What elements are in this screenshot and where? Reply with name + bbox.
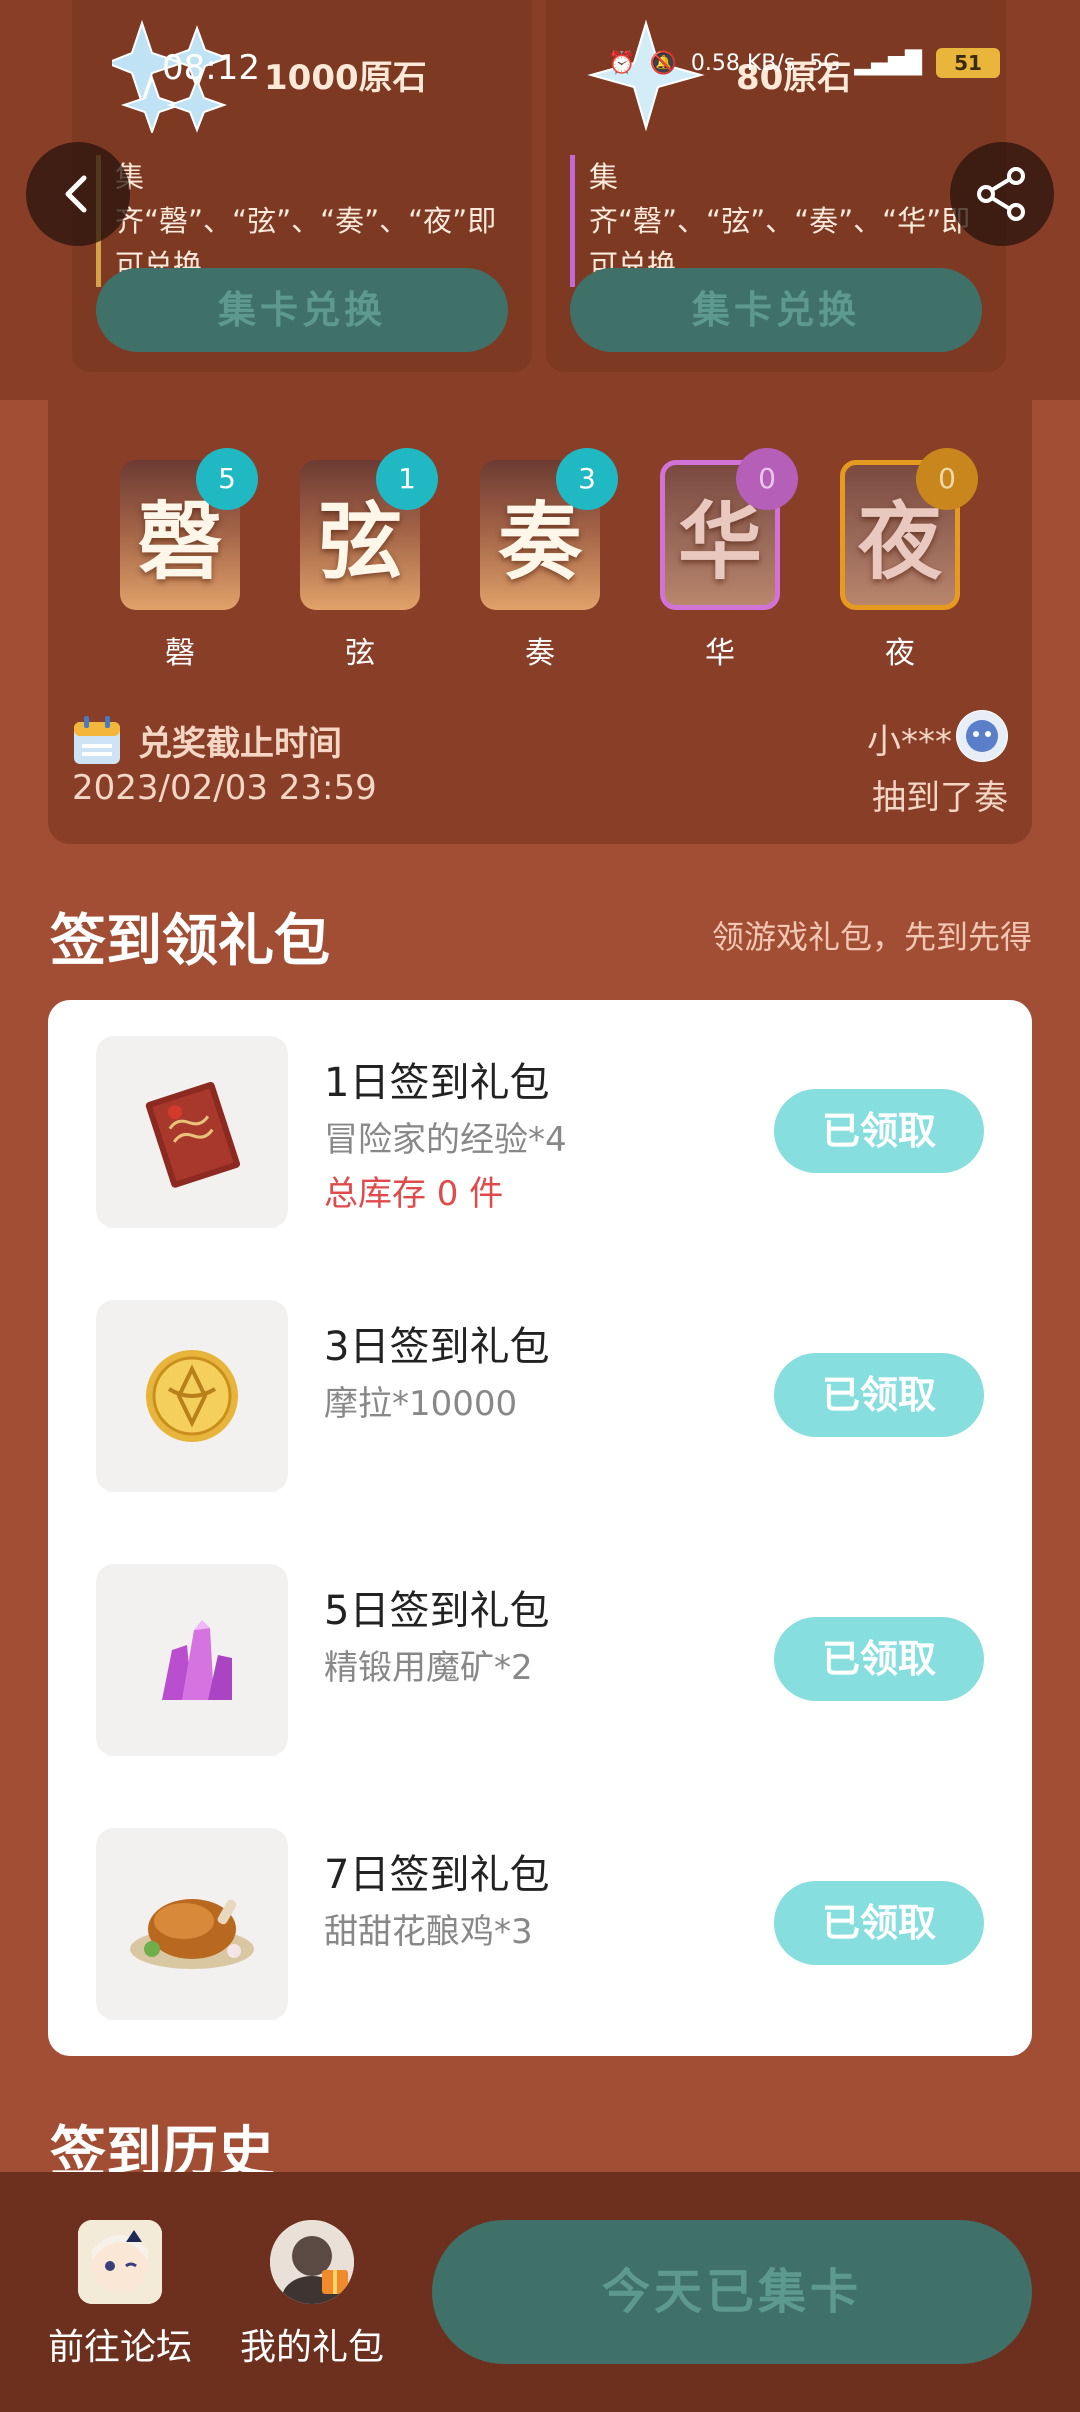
gift-item: 7日签到礼包 甜甜花酿鸡*3 已领取: [48, 1792, 1032, 2020]
card-ye[interactable]: 夜 0: [840, 448, 978, 610]
card-zou[interactable]: 奏 3: [480, 448, 618, 610]
winner-name: 小***: [867, 722, 952, 762]
card-label: 华: [705, 636, 735, 671]
signin-subtitle: 领游戏礼包，先到先得: [711, 918, 1032, 956]
gift-item: 3日签到礼包 摩拉*10000 已领取: [48, 1264, 1032, 1492]
back-button[interactable]: [26, 142, 130, 246]
reward-cards-area: 1000原石 集齐“磬”、“弦”、“奏”、“夜”即可兑换 集卡兑换 80原石 集…: [0, 0, 1080, 400]
winner-text: 抽到了奏: [872, 778, 1008, 818]
forum-nav-button[interactable]: 前往论坛: [30, 2220, 210, 2370]
card-collection-panel: 磬 5 磬 弦 1 弦 奏 3 奏 华 0 华 夜 0 夜 兑奖截止时间 202…: [48, 400, 1032, 844]
forum-label: 前往论坛: [47, 2327, 192, 2368]
winner-avatar: [956, 710, 1008, 762]
my-gifts-label: 我的礼包: [239, 2327, 384, 2368]
share-icon: [977, 167, 1025, 221]
claimed-button[interactable]: 已领取: [774, 1881, 984, 1965]
claimed-button[interactable]: 已领取: [774, 1089, 984, 1173]
card-count-badge: 1: [376, 448, 438, 510]
exchange-button[interactable]: 集卡兑换: [570, 268, 982, 352]
chicken-icon: [130, 1899, 254, 1969]
reward-title: 1000原石: [264, 58, 427, 98]
card-qing[interactable]: 磬 5: [120, 448, 258, 610]
chevron-left-icon: [65, 175, 87, 213]
calendar-icon: [74, 716, 120, 764]
gift-name: 7日签到礼包: [324, 1852, 550, 1898]
card-xian[interactable]: 弦 1: [300, 448, 438, 610]
primogem-cluster-icon: [112, 19, 230, 133]
claimed-button[interactable]: 已领取: [774, 1617, 984, 1701]
paimon-avatar-icon: [78, 2220, 162, 2304]
gift-thumbnail: [96, 1564, 288, 1756]
card-count-badge: 3: [556, 448, 618, 510]
bottom-bar: 前往论坛 我的礼包 今天已集卡: [0, 2172, 1080, 2412]
gift-list: 1日签到礼包 冒险家的经验*4 总库存 0 件 已领取 3日签到礼包 摩拉*10…: [48, 1000, 1032, 2056]
claimed-button[interactable]: 已领取: [774, 1353, 984, 1437]
card-hua[interactable]: 华 0: [660, 448, 798, 610]
my-gifts-nav-button[interactable]: 我的礼包: [222, 2220, 402, 2370]
card-count-badge: 0: [736, 448, 798, 510]
card-count-badge: 0: [916, 448, 978, 510]
gift-name: 5日签到礼包: [324, 1588, 550, 1634]
primogem-icon: [587, 19, 705, 132]
coin-icon: [146, 1350, 238, 1442]
gift-item: 5日签到礼包 精锻用魔矿*2 已领取: [48, 1528, 1032, 1756]
crystal-icon: [162, 1620, 232, 1700]
book-icon: [145, 1081, 241, 1188]
reward-title: 80原石: [736, 58, 852, 98]
card-label: 磬: [165, 636, 195, 671]
signin-title: 签到领礼包: [50, 908, 330, 974]
gift-content: 精锻用魔矿*2: [324, 1648, 533, 1688]
gift-content: 冒险家的经验*4: [324, 1120, 567, 1160]
gift-name: 1日签到礼包: [324, 1060, 550, 1106]
deadline-date: 2023/02/03 23:59: [72, 768, 377, 808]
card-label: 弦: [345, 636, 375, 671]
gift-thumbnail: [96, 1300, 288, 1492]
robot-avatar-icon: [957, 711, 1007, 761]
user-avatar-icon: [270, 2220, 354, 2304]
gift-name: 3日签到礼包: [324, 1324, 550, 1370]
card-label: 夜: [885, 636, 915, 671]
gift-thumbnail: [96, 1828, 288, 2020]
deadline-title: 兑奖截止时间: [138, 724, 342, 764]
gift-thumbnail: [96, 1036, 288, 1228]
today-collected-button[interactable]: 今天已集卡: [432, 2220, 1032, 2364]
share-button[interactable]: [950, 142, 1054, 246]
gift-content: 甜甜花酿鸡*3: [324, 1912, 533, 1952]
card-label: 奏: [525, 636, 555, 671]
card-count-badge: 5: [196, 448, 258, 510]
reward-card-1000: 1000原石 集齐“磬”、“弦”、“奏”、“夜”即可兑换 集卡兑换: [72, 0, 532, 372]
gift-content: 摩拉*10000: [324, 1384, 518, 1424]
gift-item: 1日签到礼包 冒险家的经验*4 总库存 0 件 已领取: [48, 1000, 1032, 1228]
exchange-button[interactable]: 集卡兑换: [96, 268, 508, 352]
reward-card-80: 80原石 集齐“磬”、“弦”、“奏”、“华”即可兑换 集卡兑换: [546, 0, 1006, 372]
gift-stock: 总库存 0 件: [324, 1174, 504, 1214]
